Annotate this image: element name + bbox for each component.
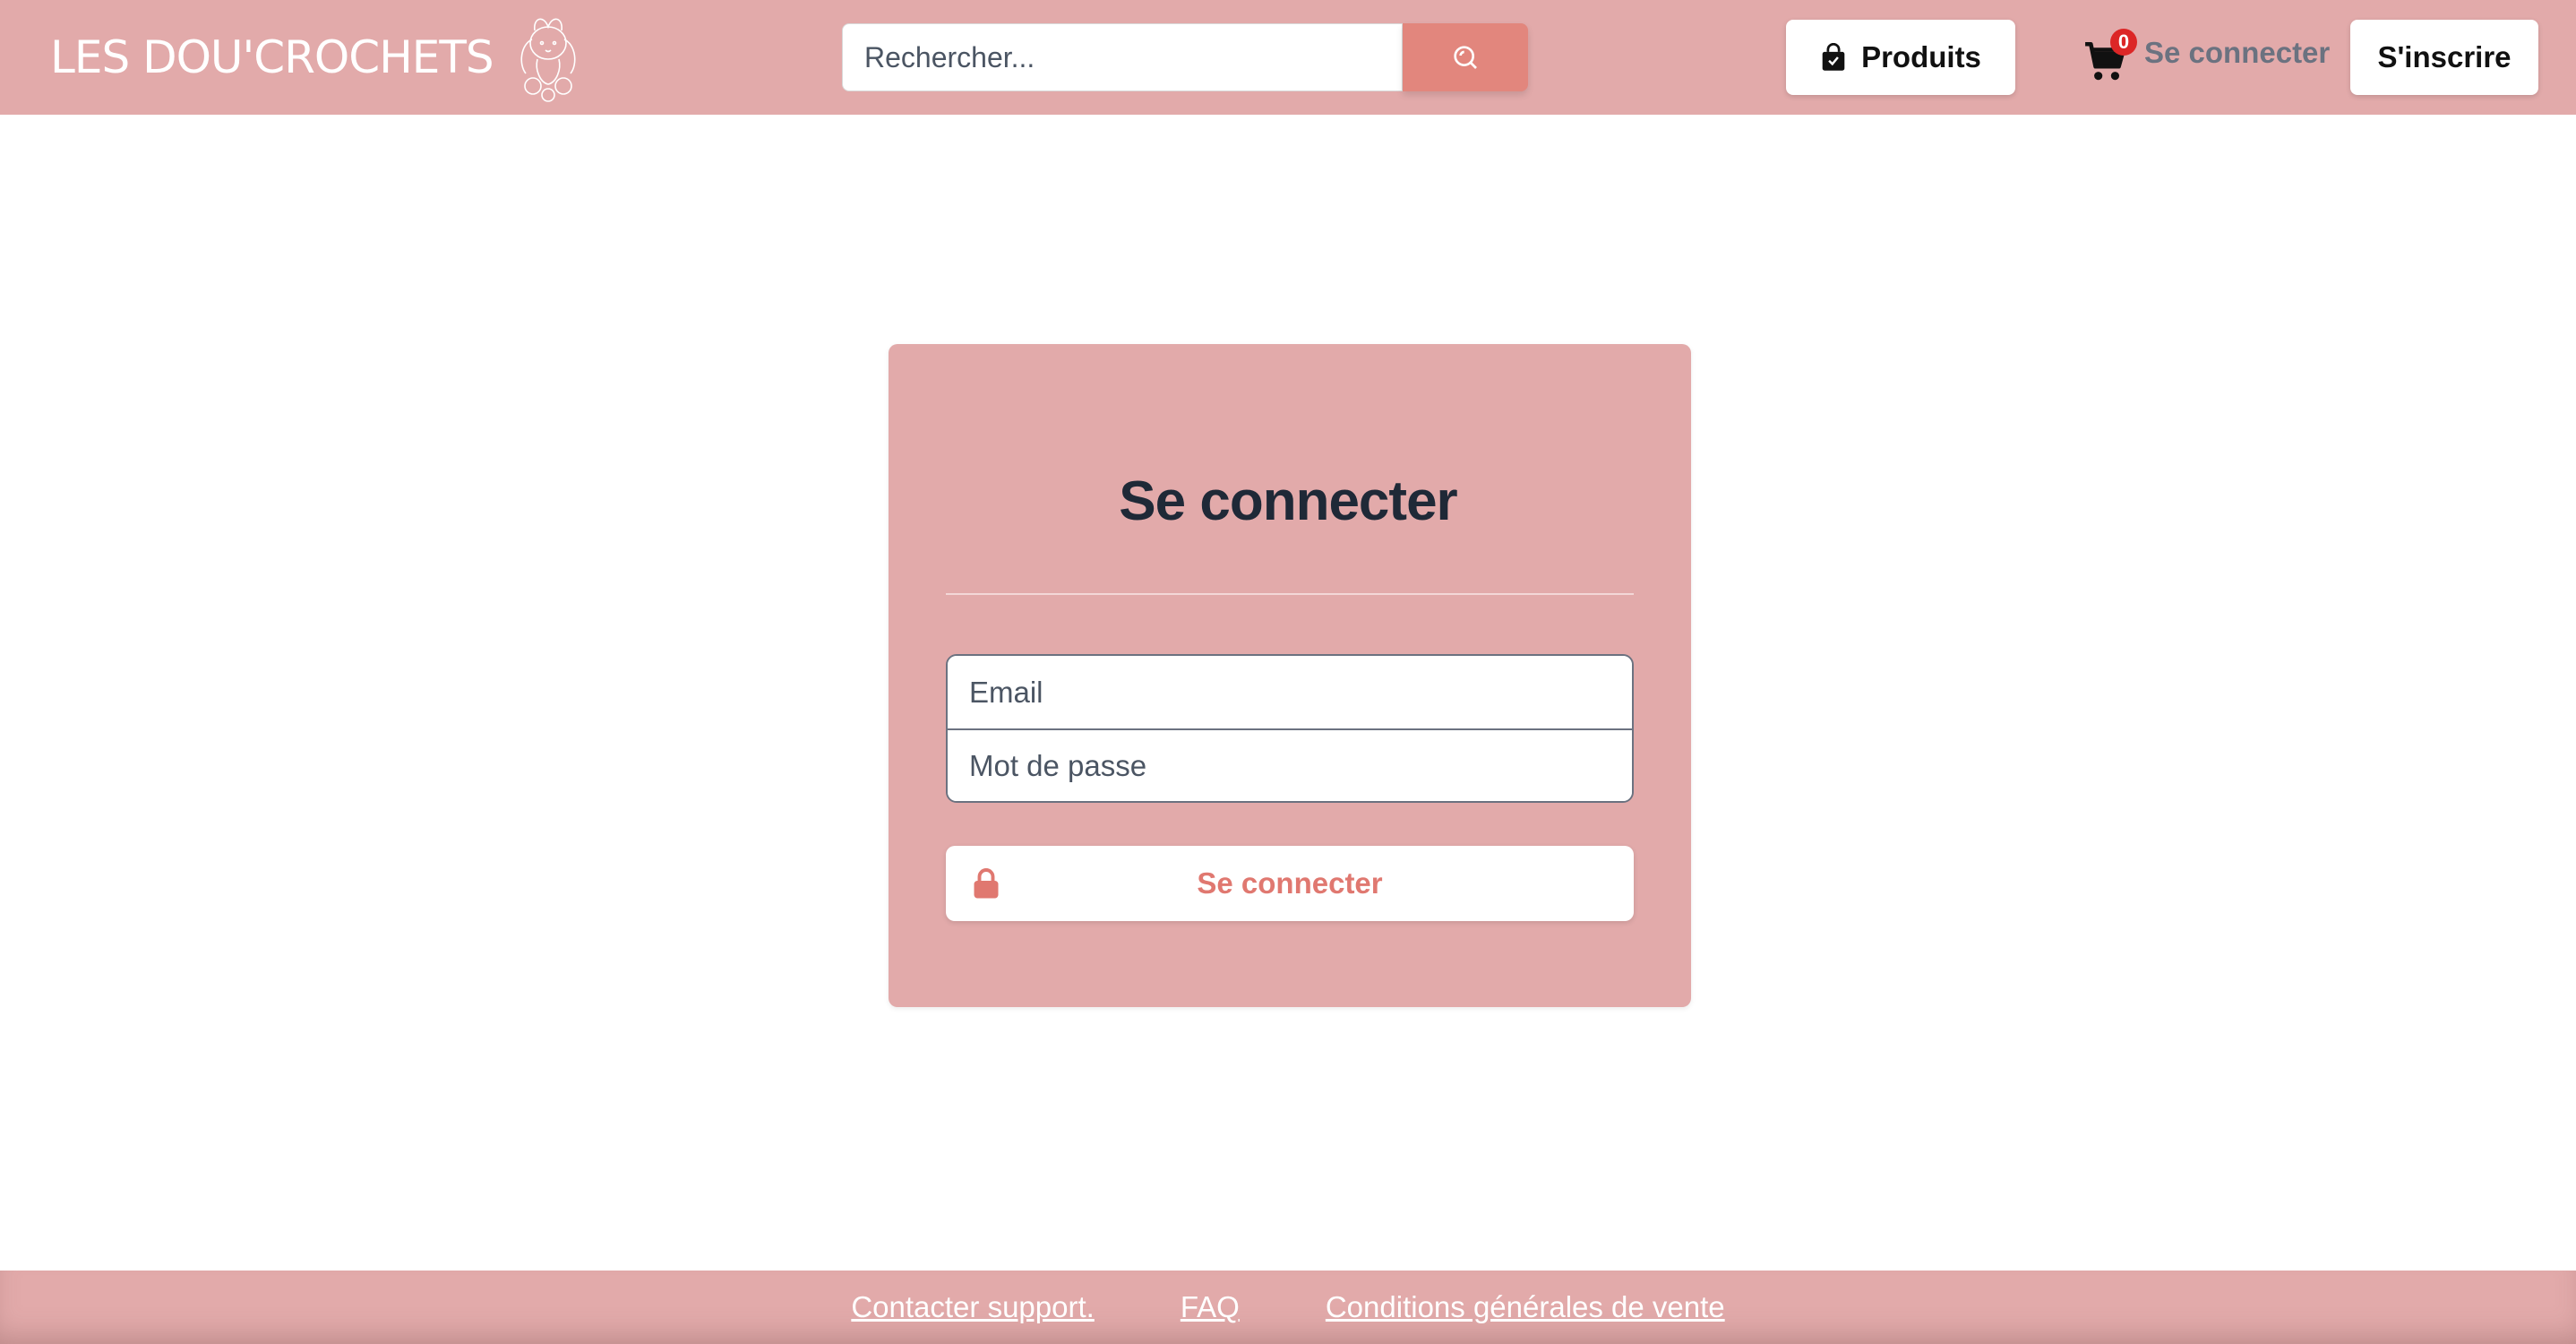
login-link[interactable]: Se connecter <box>2144 36 2330 70</box>
footer-link-support[interactable]: Contacter support. <box>851 1290 1094 1324</box>
email-field[interactable] <box>948 656 1632 728</box>
bunny-logo-icon <box>520 18 576 102</box>
lock-icon <box>974 868 999 899</box>
signup-button[interactable]: S'inscrire <box>2350 20 2538 95</box>
brand-logo[interactable]: LES DOU'CROCHETS <box>50 13 588 102</box>
title-divider <box>946 593 1634 595</box>
search-button[interactable] <box>1403 23 1528 91</box>
footer-link-terms[interactable]: Conditions générales de vente <box>1326 1290 1725 1324</box>
login-submit-button[interactable]: Se connecter <box>946 846 1634 921</box>
login-title: Se connecter <box>1119 470 1457 532</box>
footer-links: Contacter support. FAQ Conditions généra… <box>0 1290 2576 1324</box>
login-submit-label: Se connecter <box>1197 866 1383 900</box>
search-bar <box>842 23 1528 91</box>
password-field[interactable] <box>948 728 1632 801</box>
brand-name: LES DOU'CROCHETS <box>50 31 494 83</box>
shopping-bag-icon <box>1822 43 1845 71</box>
top-navbar: LES DOU'CROCHETS Rechercher... Produits … <box>0 0 2576 115</box>
footer: Contacter support. FAQ Conditions généra… <box>0 1271 2576 1344</box>
cart-button[interactable]: 0 <box>2083 27 2137 82</box>
products-label: Produits <box>1861 40 1981 73</box>
search-input[interactable] <box>842 23 1403 91</box>
cart-count-badge: 0 <box>2110 29 2137 56</box>
products-button[interactable]: Produits <box>1786 20 2015 95</box>
credentials-group <box>946 654 1634 803</box>
footer-link-faq[interactable]: FAQ <box>1181 1290 1240 1324</box>
search-icon <box>1454 46 1477 69</box>
